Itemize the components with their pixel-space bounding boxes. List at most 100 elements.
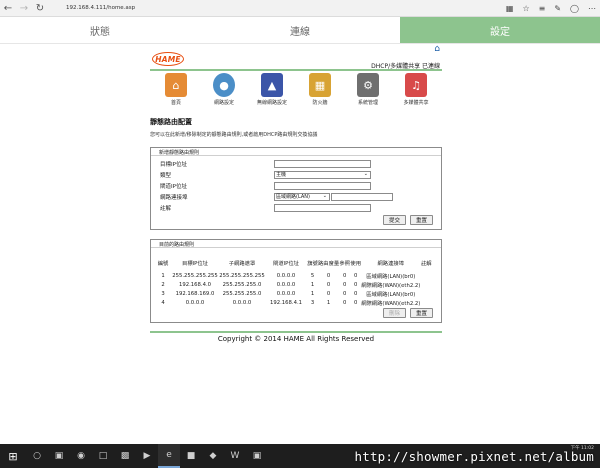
column-header: 使用	[350, 260, 361, 267]
refresh-icon[interactable]: ↻	[32, 0, 48, 17]
type-row: 類型 主機 ⌄	[151, 169, 441, 180]
page-title: 靜態路由配置	[150, 118, 192, 126]
admin-icon: ⚙	[357, 73, 379, 97]
route-comment	[420, 298, 432, 307]
search-icon[interactable]: ○	[26, 444, 48, 468]
interface-label: 網路連接埠	[160, 194, 188, 201]
store-app-icon[interactable]: ▩	[114, 444, 136, 468]
more-icon[interactable]: ⋯	[588, 4, 596, 13]
back-icon[interactable]: ←	[0, 0, 16, 17]
route-comment	[420, 280, 432, 289]
route-netmask: 255.255.255.255	[219, 272, 265, 279]
favorite-star-icon[interactable]: ☆	[522, 4, 529, 13]
column-header: 旗號	[307, 260, 318, 267]
file-explorer-icon[interactable]: □	[92, 444, 114, 468]
forward-icon[interactable]: →	[16, 0, 32, 17]
route-table: 編號 目標IP位址 子網路遮罩 閘道IP位址 旗號 路由度量 參照 使用 網路連…	[155, 258, 432, 307]
route-interface: 區域網路(LAN)(br0)	[366, 291, 416, 298]
table-row[interactable]: 4 0.0.0.0 0.0.0.0 192.168.4.1 3 1 0 0 網際…	[155, 298, 432, 307]
settings-menu: ⌂ 首頁 ● 網路設定 ▲ 無線網路設定 ▦ 防火牆 ⚙ 系統管理 ♫ 多媒體共…	[150, 71, 442, 111]
type-select[interactable]: 主機 ⌄	[274, 170, 371, 179]
route-gateway: 0.0.0.0	[276, 281, 296, 288]
address-bar[interactable]: 192.168.4.111/home.asp	[66, 5, 446, 11]
windows-start-icon[interactable]: ⊞	[0, 444, 26, 468]
media-app-icon[interactable]: ▶	[136, 444, 158, 468]
table-row[interactable]: 2 192.168.4.0 255.255.255.0 0.0.0.0 1 0 …	[155, 280, 432, 289]
globe-icon: ●	[213, 73, 235, 97]
word-app-icon[interactable]: W	[224, 444, 246, 468]
route-gateway: 0.0.0.0	[276, 272, 296, 279]
gateway-label: 閘道IP位址	[160, 183, 187, 190]
menu-item-network[interactable]: ● 網路設定	[204, 73, 244, 111]
home-icon: ⌂	[165, 73, 187, 97]
reset-button[interactable]: 重置	[409, 215, 433, 225]
dest-ip-row: 目標IP位址	[151, 158, 441, 169]
column-header: 參照	[339, 260, 350, 267]
tab-connection[interactable]: 連線	[200, 17, 400, 43]
app-icon[interactable]: ▣	[246, 444, 268, 468]
menu-item-home[interactable]: ⌂ 首頁	[156, 73, 196, 111]
route-use: 0	[354, 290, 358, 297]
reading-view-icon[interactable]: ▦	[506, 4, 514, 13]
edge-browser-icon[interactable]: e	[158, 444, 180, 468]
route-netmask: 0.0.0.0	[232, 299, 252, 306]
route-ref: 0	[343, 290, 347, 297]
delete-button[interactable]: 刪除	[382, 308, 406, 318]
menu-item-admin[interactable]: ⚙ 系統管理	[348, 73, 388, 111]
chrome-app-icon[interactable]: ◉	[70, 444, 92, 468]
column-header: 註解	[421, 260, 432, 267]
route-number: 2	[161, 281, 165, 288]
tab-status[interactable]: 狀態	[0, 17, 200, 43]
hame-logo: HAME	[152, 52, 184, 66]
menu-label: 多媒體共享	[403, 100, 429, 106]
app-icon[interactable]: ◆	[202, 444, 224, 468]
route-destination: 192.168.4.0	[178, 281, 211, 288]
interface-extra-input[interactable]	[331, 192, 393, 201]
menu-label: 首頁	[170, 100, 181, 106]
dest-ip-input[interactable]	[274, 159, 371, 168]
menu-item-wireless[interactable]: ▲ 無線網路設定	[252, 73, 292, 111]
tab-settings[interactable]: 設定	[400, 17, 600, 43]
column-header: 閘道IP位址	[273, 260, 299, 267]
route-ref: 0	[343, 281, 347, 288]
hub-icon[interactable]: ≡	[539, 4, 546, 13]
route-flags: 3	[310, 299, 315, 306]
menu-label: 系統管理	[357, 100, 378, 106]
type-label: 類型	[160, 172, 172, 179]
reset-table-button[interactable]: 重置	[409, 308, 433, 318]
dest-ip-label: 目標IP位址	[160, 161, 187, 168]
add-route-heading: 新增靜態路由規則	[151, 148, 441, 156]
route-number: 4	[161, 299, 165, 306]
home-icon[interactable]: ⌂	[434, 44, 440, 54]
route-ref: 0	[343, 272, 347, 279]
note-icon[interactable]: ✎	[554, 4, 561, 13]
route-metric: 0	[326, 272, 331, 279]
page-header: HAME ⌂ DHCP/多媒體共享 已連線	[150, 44, 442, 70]
share-icon[interactable]: ◯	[570, 4, 579, 13]
comment-row: 註解	[151, 202, 441, 213]
copyright-text: Copyright © 2014 HAME All Rights Reserve…	[217, 335, 375, 343]
table-row[interactable]: 1 255.255.255.255 255.255.255.255 0.0.0.…	[155, 271, 432, 280]
interface-select[interactable]: 區域網路(LAN) ⌄	[274, 192, 330, 201]
route-interface: 網際網路(WAN)(eth2.2)	[361, 282, 421, 289]
submit-button[interactable]: 提交	[382, 215, 406, 225]
menu-item-firewall[interactable]: ▦ 防火牆	[300, 73, 340, 111]
comment-input[interactable]	[274, 203, 371, 212]
route-netmask: 255.255.255.0	[222, 290, 262, 297]
gateway-input[interactable]	[274, 181, 371, 190]
add-route-buttons: 提交 重置	[151, 213, 441, 229]
route-table-heading: 目前的路由規則	[151, 240, 441, 248]
wifi-icon: ▲	[261, 73, 283, 97]
menu-item-media-share[interactable]: ♫ 多媒體共享	[396, 73, 436, 111]
comment-label: 註解	[160, 205, 172, 212]
menu-label: 無線網路設定	[256, 100, 287, 106]
app-icon[interactable]: ■	[180, 444, 202, 468]
column-header: 目標IP位址	[182, 260, 208, 267]
table-row[interactable]: 3 192.168.169.0 255.255.255.0 0.0.0.0 1 …	[155, 289, 432, 298]
route-comment	[420, 289, 432, 298]
route-interface: 區域網路(LAN)(br0)	[366, 273, 416, 280]
task-view-icon[interactable]: ▣	[48, 444, 70, 468]
route-destination: 255.255.255.255	[172, 272, 218, 279]
type-selected-value: 主機	[276, 171, 287, 178]
route-ref: 0	[343, 299, 347, 306]
